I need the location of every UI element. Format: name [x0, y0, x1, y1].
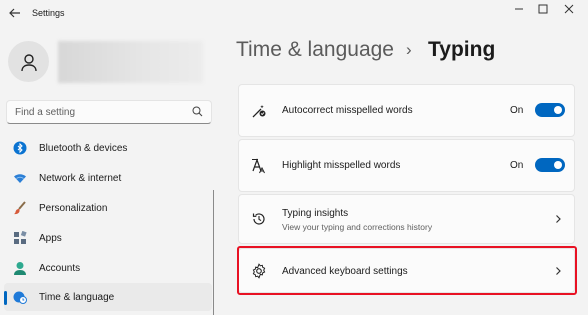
sidebar-item-personalization[interactable]: Personalization	[4, 194, 212, 222]
sidebar-item-network-internet[interactable]: Network & internet	[4, 164, 212, 192]
setting-title: Autocorrect misspelled words	[282, 105, 413, 116]
person-icon	[20, 53, 37, 71]
bluetooth-icon	[13, 141, 27, 155]
toggle-state-text: On	[510, 160, 524, 171]
sidebar-item-label: Time & language	[39, 291, 115, 303]
autocorrect-toggle[interactable]	[535, 103, 565, 117]
toggle-state-text: On	[510, 105, 524, 116]
toggle-knob	[554, 106, 562, 114]
page-title: Typing	[428, 38, 496, 61]
back-arrow-icon[interactable]	[8, 6, 22, 20]
setting-card-highlight: Highlight misspelled words On	[238, 139, 575, 192]
selected-indicator	[4, 291, 7, 305]
avatar[interactable]	[8, 41, 49, 82]
sidebar-item-apps[interactable]: Apps	[4, 224, 212, 252]
autocorrect-icon	[252, 105, 266, 118]
setting-card-typing-insights[interactable]: Typing insights View your typing and cor…	[238, 194, 575, 244]
chevron-right-icon	[556, 215, 561, 223]
highlight-annotation-box	[237, 246, 577, 295]
setting-title: Typing insights	[282, 208, 349, 219]
user-name-redacted	[58, 41, 203, 83]
brush-icon	[13, 201, 27, 215]
sidebar-item-accounts[interactable]: Accounts	[4, 254, 212, 282]
globe-clock-icon	[13, 290, 27, 304]
sidebar-item-bluetooth-devices[interactable]: Bluetooth & devices	[4, 134, 212, 162]
app-title: Settings	[32, 8, 65, 18]
close-button[interactable]	[550, 0, 588, 18]
highlight-spelling-icon	[252, 158, 265, 174]
wifi-icon	[13, 171, 27, 185]
sidebar-item-label: Bluetooth & devices	[39, 142, 128, 154]
toggle-knob	[554, 161, 562, 169]
search-box[interactable]	[6, 100, 212, 124]
setting-card-autocorrect: Autocorrect misspelled words On	[238, 84, 575, 137]
apps-icon	[13, 231, 27, 245]
search-input[interactable]	[7, 101, 195, 123]
history-icon	[252, 213, 265, 225]
sidebar-item-label: Accounts	[39, 262, 81, 274]
sidebar-item-label: Apps	[39, 232, 62, 244]
sidebar-item-label: Network & internet	[39, 172, 122, 184]
sidebar-item-label: Personalization	[39, 202, 108, 214]
close-icon	[564, 4, 574, 14]
sidebar-item-time-language[interactable]: Time & language	[4, 283, 212, 311]
setting-title: Highlight misspelled words	[282, 160, 401, 171]
search-icon[interactable]	[192, 106, 203, 117]
maximize-icon	[538, 4, 548, 14]
breadcrumb-parent[interactable]: Time & language	[236, 38, 394, 62]
breadcrumb-separator: ›	[406, 40, 412, 59]
setting-subtitle: View your typing and corrections history	[282, 222, 433, 232]
person-icon	[13, 261, 27, 275]
sidebar-scrollbar[interactable]	[213, 190, 214, 315]
highlight-toggle[interactable]	[535, 158, 565, 172]
